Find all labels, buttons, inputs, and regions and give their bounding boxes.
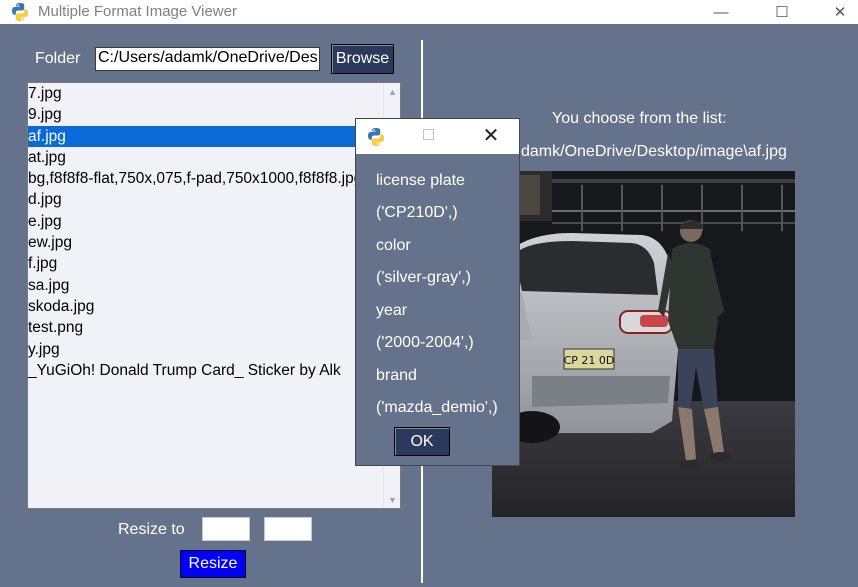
file-listbox[interactable]: 7.jpg 9.jpg af.jpg at.jpg bg,f8f8f8-flat,750… [27,82,401,509]
scroll-down-icon[interactable]: ▼ [384,491,400,508]
choose-label: You choose from the list: [552,110,727,127]
info-dialog: ✕ license plate ('CP210D',) color ('silv… [355,118,520,466]
dialog-field-label: year [376,302,408,319]
dialog-field-value: ('silver-gray',) [376,269,471,286]
dialog-field-value: ('CP210D',) [376,204,458,221]
close-icon: ✕ [833,4,847,21]
folder-label: Folder [35,50,81,67]
close-button[interactable]: ✕ [817,0,858,24]
list-item[interactable]: e.jpg [28,211,384,232]
list-item[interactable]: skoda.jpg [28,296,384,317]
dialog-field-value: ('mazda_demio',) [376,399,498,416]
minimize-button[interactable]: — [698,0,744,24]
selected-path-label: damk/OneDrive/Desktop/image\af.jpg [521,143,787,160]
dialog-maximize-icon[interactable] [423,129,434,140]
list-item[interactable]: 9.jpg [28,104,384,125]
list-item[interactable]: ew.jpg [28,232,384,253]
python-logo-icon [12,3,28,21]
python-logo-icon [368,128,384,146]
resize-label: Resize to [118,521,185,538]
dialog-close-icon[interactable]: ✕ [479,123,503,147]
list-item[interactable]: y.jpg [28,339,384,360]
browse-button[interactable]: Browse [331,44,394,74]
ok-button[interactable]: OK [394,427,450,456]
dialog-field-label: license plate [376,172,465,189]
scroll-up-icon[interactable]: ▲ [384,83,400,100]
list-item[interactable]: _YuGiOh! Donald Trump Card_ Sticker by A… [28,360,384,381]
resize-height-input[interactable] [264,517,312,541]
image-preview: CP 21 0D [492,171,795,517]
list-item[interactable]: test.png [28,317,384,338]
dialog-field-label: color [376,237,411,254]
list-item[interactable]: bg,f8f8f8-flat,750x,075,f-pad,750x1000,f… [28,168,384,189]
resize-button[interactable]: Resize [180,550,246,578]
list-item[interactable]: sa.jpg [28,275,384,296]
file-list: 7.jpg 9.jpg af.jpg at.jpg bg,f8f8f8-flat,750… [28,83,384,381]
minimize-icon: — [713,3,729,21]
dialog-field-label: brand [376,367,417,384]
resize-width-input[interactable] [202,517,250,541]
title-bar: Multiple Format Image Viewer — ☐ ✕ [0,0,858,24]
list-item[interactable]: 7.jpg [28,83,384,104]
dialog-field-value: ('2000-2004',) [376,334,474,351]
dialog-title-bar: ✕ [356,119,519,154]
maximize-button[interactable]: ☐ [759,0,805,24]
list-item[interactable]: af.jpg [28,125,384,147]
maximize-icon: ☐ [775,4,789,21]
list-item[interactable]: f.jpg [28,253,384,274]
list-item[interactable]: d.jpg [28,189,384,210]
car-photo: CP 21 0D [492,171,795,517]
window-title: Multiple Format Image Viewer [38,3,237,20]
folder-path-input[interactable]: C:/Users/adamk/OneDrive/Des [95,47,320,71]
license-plate-text: CP 21 0D [564,354,615,367]
list-item[interactable]: at.jpg [28,147,384,168]
